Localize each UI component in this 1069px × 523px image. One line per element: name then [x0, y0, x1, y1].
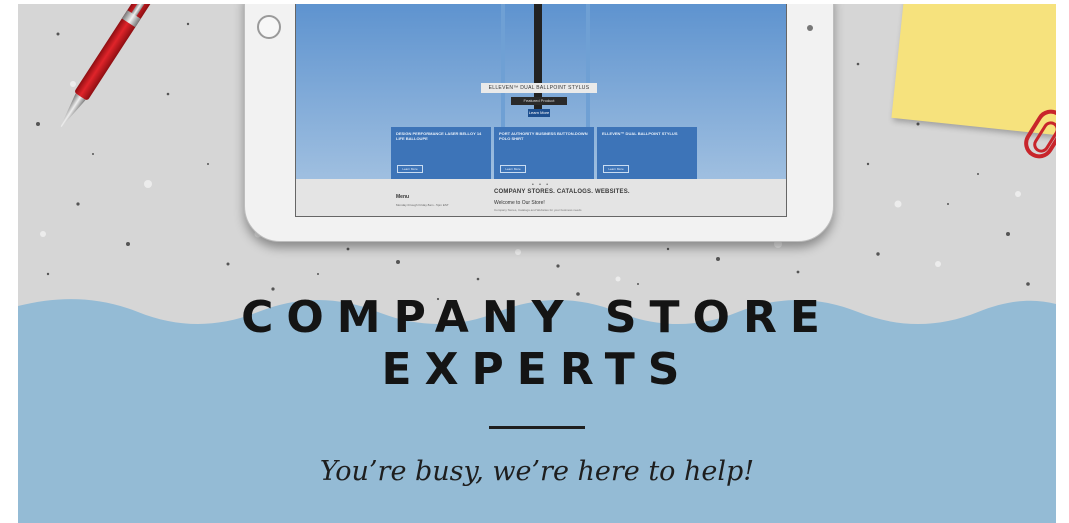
tagline: You’re busy, we’re here to help! [319, 456, 755, 487]
screen-hero-button: Learn More [528, 109, 550, 117]
screen-welcome-sub: Company Stores, Catalogs and Websites fo… [494, 208, 582, 212]
stylus-image-right [586, 4, 590, 129]
headline-divider [489, 426, 585, 429]
promo-button: Learn More [397, 165, 423, 173]
screen-promo-3: ELLEVEN™ DUAL BALLPOINT STYLUS Learn Mor… [597, 127, 697, 179]
promo-title: PORT AUTHORITY BUSINESS BUTTON-DOWN POLO… [499, 131, 588, 141]
screen-menu-sub: Monday through Friday 8am - 5pm EST [396, 203, 449, 207]
promo-button: Learn More [500, 165, 526, 173]
carousel-dots: • • • [532, 182, 551, 188]
promo-button: Learn More [603, 165, 629, 173]
screen-promo-2: PORT AUTHORITY BUSINESS BUTTON-DOWN POLO… [494, 127, 594, 179]
screen-stores-title: COMPANY STORES. CATALOGS. WEBSITES. [494, 189, 630, 195]
tablet-screen: ELLEVEN™ DUAL BALLPOINT STYLUS Featured … [295, 4, 787, 217]
screen-welcome: Welcome to Our Store! [494, 200, 545, 206]
tablet-home-button [257, 15, 281, 39]
screen-promo-1: DESIGN PERFORMANCE LASER BELLOY 14 LIFE … [391, 127, 491, 179]
screen-hero: ELLEVEN™ DUAL BALLPOINT STYLUS Featured … [296, 4, 786, 179]
tablet-device-icon: ELLEVEN™ DUAL BALLPOINT STYLUS Featured … [244, 4, 834, 242]
tablet-camera [807, 25, 813, 31]
headline-line-2: EXPERTS [381, 344, 693, 395]
screen-hero-sub: Featured Product [511, 97, 567, 105]
screen-menu-label: Menu [396, 194, 410, 200]
headline: COMPANY STORE EXPERTS [18, 292, 1056, 396]
promo-title: ELLEVEN™ DUAL BALLPOINT STYLUS [602, 131, 678, 136]
sticky-note-icon [891, 4, 1056, 136]
screen-footer-section: • • • Menu Monday through Friday 8am - 5… [296, 179, 786, 216]
stylus-image-left [501, 4, 505, 129]
headline-line-1: COMPANY STORE [241, 292, 833, 343]
promo-title: DESIGN PERFORMANCE LASER BELLOY 14 LIFE … [396, 131, 482, 141]
hero-banner: ELLEVEN™ DUAL BALLPOINT STYLUS Featured … [18, 4, 1056, 523]
screen-hero-tag: ELLEVEN™ DUAL BALLPOINT STYLUS [481, 83, 597, 93]
